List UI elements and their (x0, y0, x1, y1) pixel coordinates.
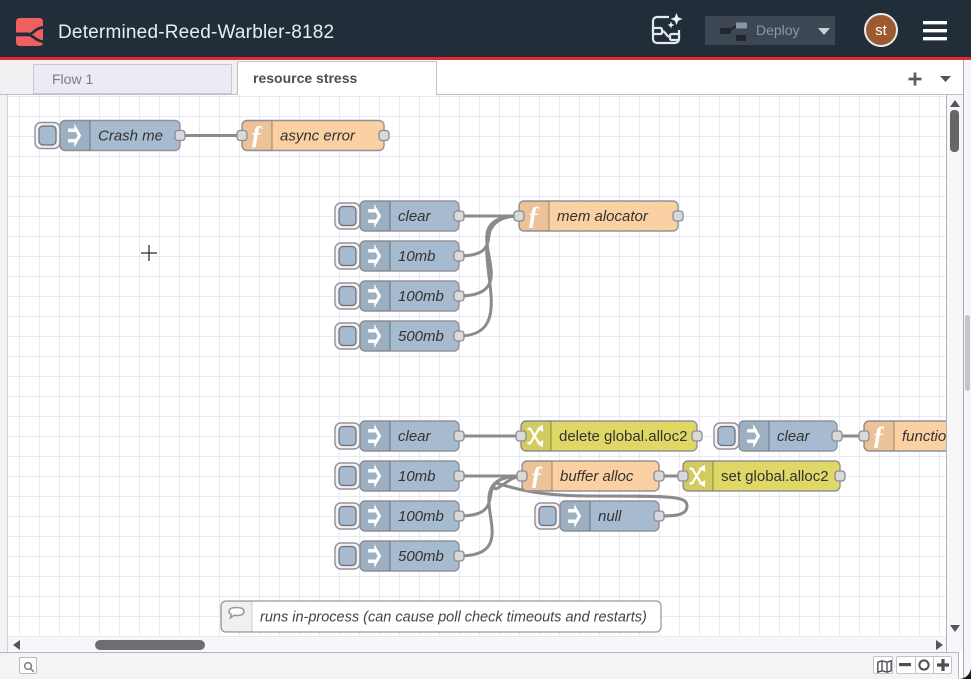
svg-text:null: null (598, 508, 622, 525)
svg-text:buffer alloc: buffer alloc (560, 468, 634, 485)
svg-text:function: function (902, 428, 946, 445)
svg-text:clear: clear (398, 428, 432, 445)
svg-text:10mb: 10mb (398, 248, 436, 265)
svg-text:mem alocator: mem alocator (557, 208, 649, 225)
svg-text:runs in-process (can cause pol: runs in-process (can cause poll check ti… (260, 610, 647, 626)
svg-text:10mb: 10mb (398, 468, 436, 485)
svg-text:100mb: 100mb (398, 288, 444, 305)
svg-text:clear: clear (398, 208, 432, 225)
svg-text:ƒ: ƒ (250, 121, 263, 150)
svg-text:100mb: 100mb (398, 508, 444, 525)
svg-text:clear: clear (777, 428, 811, 445)
svg-text:set global.alloc2: set global.alloc2 (721, 468, 829, 485)
svg-text:500mb: 500mb (398, 548, 444, 565)
svg-text:ƒ: ƒ (530, 461, 543, 490)
svg-text:500mb: 500mb (398, 328, 444, 345)
svg-text:async error: async error (280, 128, 356, 145)
svg-text:delete global.alloc2: delete global.alloc2 (559, 428, 687, 445)
svg-text:ƒ: ƒ (872, 421, 885, 450)
svg-text:ƒ: ƒ (527, 201, 540, 230)
svg-text:Crash me: Crash me (98, 128, 163, 145)
